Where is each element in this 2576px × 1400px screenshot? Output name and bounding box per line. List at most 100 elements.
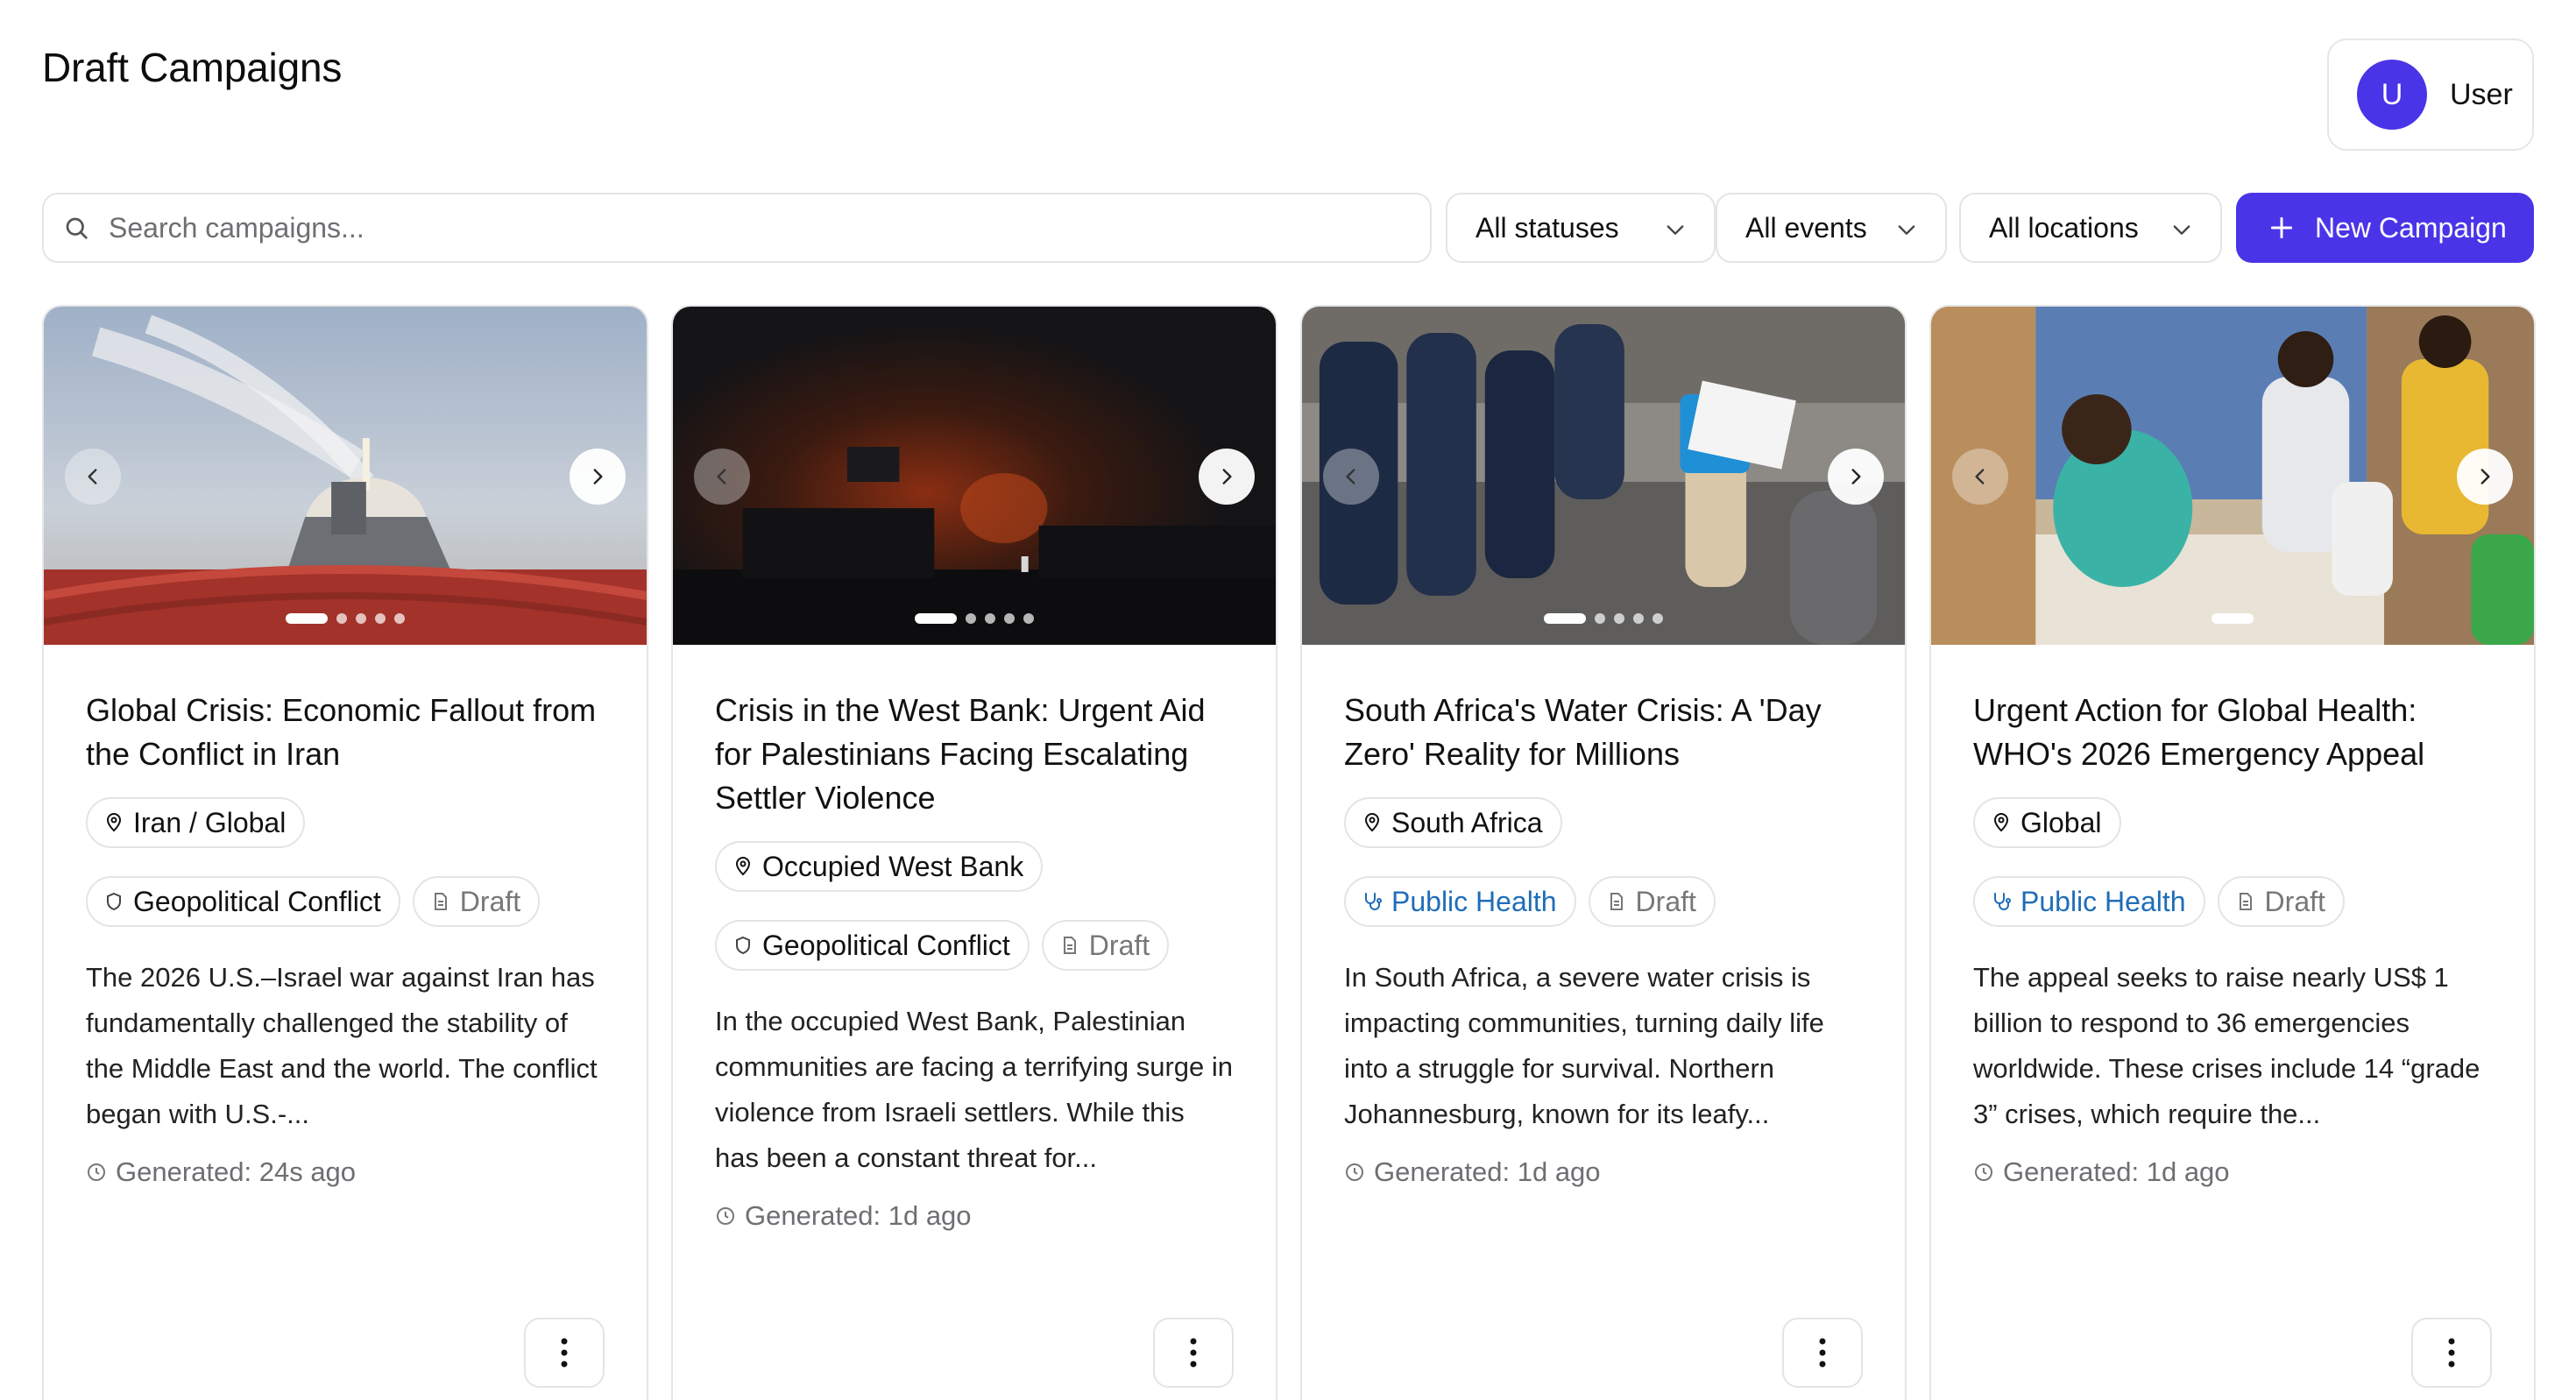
document-icon [1610, 893, 1623, 910]
generated-time: Generated: 1d ago [715, 1200, 1234, 1232]
campaign-card[interactable]: Global Crisis: Economic Fallout from the… [42, 305, 648, 1400]
more-options-button[interactable] [2411, 1318, 2492, 1388]
new-campaign-label: New Campaign [2315, 211, 2507, 244]
carousel-dot[interactable] [1614, 613, 1624, 624]
status-chip: Draft [1588, 876, 1716, 927]
status-chip: Draft [412, 876, 541, 927]
stethoscope-icon [1365, 893, 1382, 910]
map-pin-icon [735, 857, 751, 876]
carousel-dot[interactable] [356, 613, 366, 624]
location-filter-label: All locations [1989, 211, 2139, 244]
carousel-next-button[interactable] [1828, 449, 1884, 505]
carousel-next-button[interactable] [1199, 449, 1255, 505]
carousel-dot[interactable] [394, 613, 405, 624]
category-chip: Geopolitical Conflict [715, 920, 1030, 971]
location-label: Occupied West Bank [762, 850, 1024, 882]
image-carousel[interactable] [673, 307, 1276, 645]
category-chip: Public Health [1973, 876, 2205, 927]
carousel-dot[interactable] [1544, 613, 1586, 624]
document-icon [434, 893, 447, 910]
carousel-dots [1302, 613, 1905, 624]
new-campaign-button[interactable]: New Campaign [2236, 193, 2534, 263]
carousel-dot[interactable] [1633, 613, 1644, 624]
carousel-next-button[interactable] [2457, 449, 2513, 505]
carousel-next-button[interactable] [570, 449, 626, 505]
chevron-left-icon [1346, 469, 1355, 484]
carousel-dot[interactable] [1595, 613, 1605, 624]
map-pin-icon [106, 813, 122, 832]
carousel-dot[interactable] [985, 613, 995, 624]
chevron-right-icon [1222, 469, 1232, 484]
more-options-button[interactable] [1782, 1318, 1863, 1388]
more-options-button[interactable] [1153, 1318, 1234, 1388]
carousel-dot[interactable] [1004, 613, 1015, 624]
card-title[interactable]: Crisis in the West Bank: Urgent Aid for … [715, 689, 1234, 820]
carousel-prev-button[interactable] [694, 449, 750, 505]
carousel-prev-button[interactable] [1952, 449, 2008, 505]
user-name: User [2450, 77, 2513, 111]
category-label: Public Health [2020, 885, 2186, 917]
location-chip: Global [1973, 797, 2121, 848]
chevron-down-icon [1898, 225, 1915, 235]
carousel-dot[interactable] [1652, 613, 1663, 624]
campaign-card[interactable]: Urgent Action for Global Health: WHO's 2… [1929, 305, 2536, 1400]
generated-time: Generated: 24s ago [86, 1156, 605, 1188]
status-label: Draft [2264, 885, 2325, 917]
carousel-dot[interactable] [336, 613, 347, 624]
status-filter-select[interactable]: All statuses [1446, 193, 1716, 263]
image-carousel[interactable] [44, 307, 647, 645]
image-carousel[interactable] [1302, 307, 1905, 645]
more-vertical-icon [2448, 1338, 2455, 1368]
more-options-button[interactable] [524, 1318, 605, 1388]
chevron-left-icon [88, 469, 97, 484]
user-menu-button[interactable]: U User [2327, 39, 2534, 151]
card-title[interactable]: Global Crisis: Economic Fallout from the… [86, 689, 605, 776]
carousel-prev-button[interactable] [65, 449, 121, 505]
chevron-left-icon [1975, 469, 1985, 484]
location-chip: South Africa [1344, 797, 1562, 848]
card-description: In South Africa, a severe water crisis i… [1344, 962, 1824, 1129]
generated-label: Generated: 1d ago [1374, 1156, 1601, 1187]
carousel-dots [673, 613, 1276, 624]
card-description: The appeal seeks to raise nearly US$ 1 b… [1973, 962, 2480, 1129]
more-vertical-icon [561, 1338, 568, 1368]
carousel-dot[interactable] [966, 613, 976, 624]
map-pin-icon [1364, 813, 1380, 832]
carousel-dot[interactable] [375, 613, 386, 624]
campaign-card[interactable]: South Africa's Water Crisis: A 'Day Zero… [1300, 305, 1907, 1400]
search-icon [66, 217, 88, 239]
chevron-left-icon [717, 469, 726, 484]
image-carousel[interactable] [1931, 307, 2534, 645]
page: Draft Campaigns U User All statuses All … [0, 0, 2576, 1400]
campaign-image [1931, 307, 2534, 645]
status-label: Draft [459, 885, 521, 917]
clock-icon [88, 1163, 105, 1181]
event-filter-select[interactable]: All events [1716, 193, 1947, 263]
generated-label: Generated: 24s ago [116, 1156, 357, 1187]
carousel-dots [44, 613, 647, 624]
carousel-dot[interactable] [286, 613, 328, 624]
category-chip: Geopolitical Conflict [86, 876, 400, 927]
map-pin-icon [1993, 813, 2009, 832]
status-label: Draft [1088, 929, 1150, 961]
carousel-dot[interactable] [2212, 613, 2254, 624]
chevron-right-icon [2480, 469, 2490, 484]
location-filter-select[interactable]: All locations [1959, 193, 2222, 263]
campaign-card[interactable]: Crisis in the West Bank: Urgent Aid for … [671, 305, 1277, 1400]
status-chip: Draft [2217, 876, 2345, 927]
shield-icon [736, 936, 750, 955]
carousel-dots [1931, 613, 2534, 624]
card-title[interactable]: Urgent Action for Global Health: WHO's 2… [1973, 689, 2492, 776]
carousel-dot[interactable] [915, 613, 957, 624]
chevron-down-icon [1667, 225, 1684, 235]
stethoscope-icon [1994, 893, 2011, 910]
location-label: South Africa [1391, 806, 1543, 838]
chevron-right-icon [593, 469, 603, 484]
card-title[interactable]: South Africa's Water Crisis: A 'Day Zero… [1344, 689, 1863, 776]
location-label: Global [2020, 806, 2102, 838]
carousel-dot[interactable] [1023, 613, 1034, 624]
search-box[interactable] [42, 193, 1432, 263]
document-icon [1063, 937, 1076, 954]
search-input[interactable] [109, 211, 1430, 244]
carousel-prev-button[interactable] [1323, 449, 1379, 505]
